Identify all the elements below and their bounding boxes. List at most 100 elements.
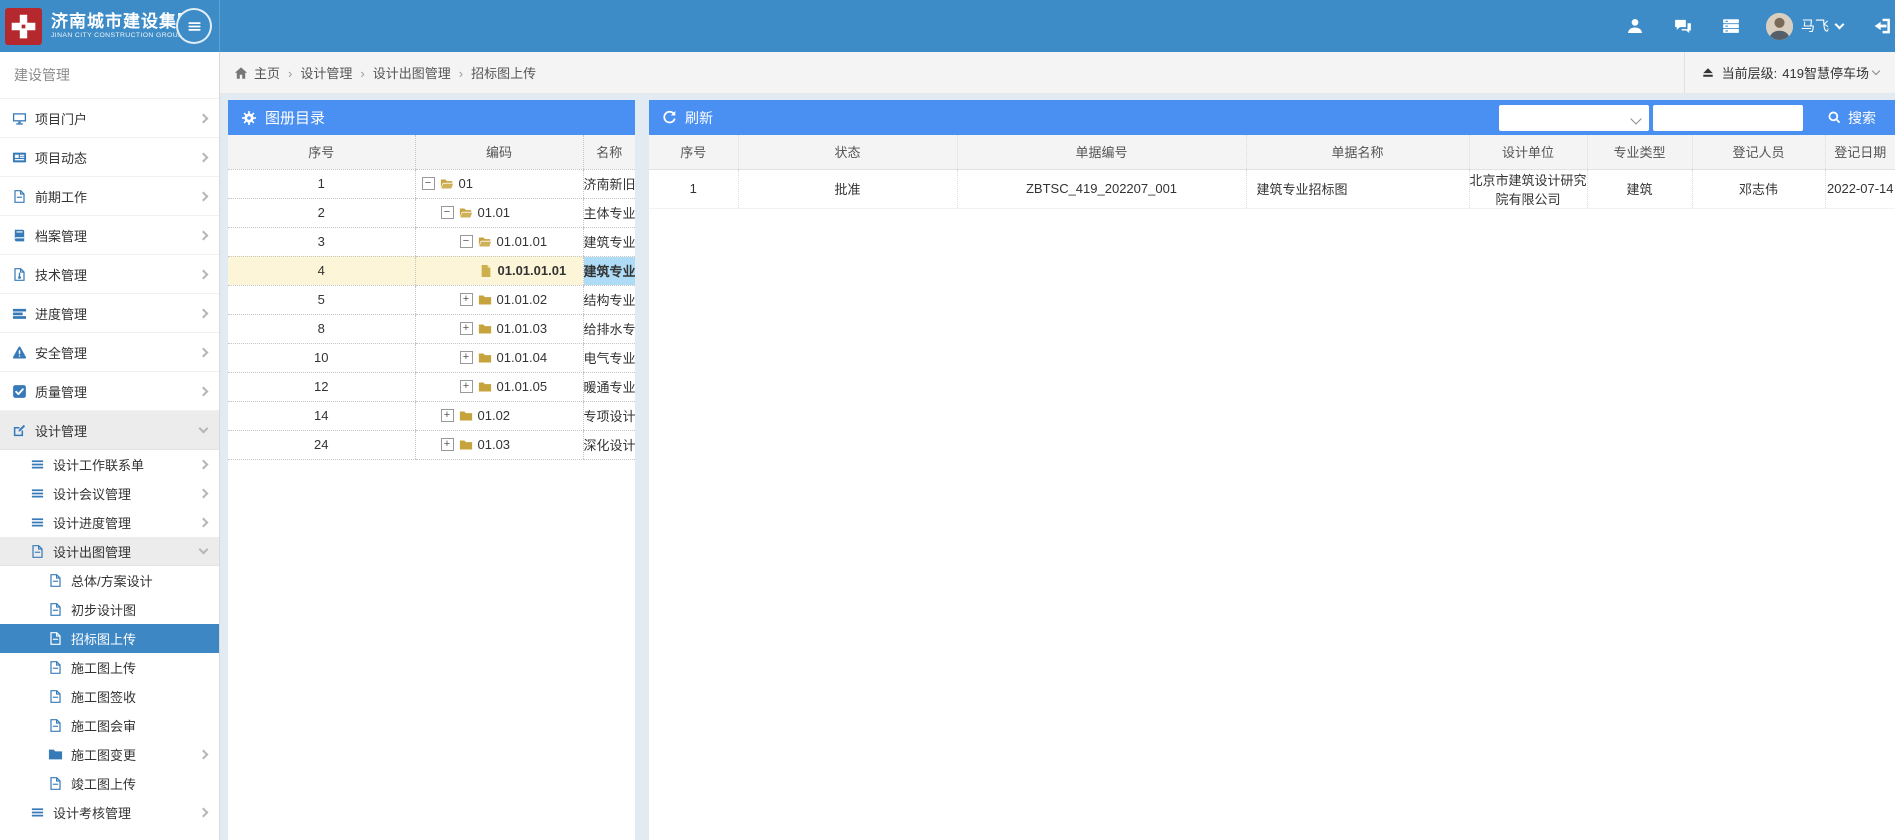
sidebar-item[interactable]: 技术管理 [0,255,219,294]
tree-seq-cell: 10 [228,343,415,372]
tree-code: 01 [459,176,473,191]
tree-row[interactable]: 5 01.01.02 结构专业图纸 [228,285,635,314]
tree-column-header: 名称 [583,135,635,169]
user-avatar[interactable] [1766,13,1793,40]
sidebar-item[interactable]: 施工图变更 [0,740,219,769]
tree-row[interactable]: 10 01.01.04 电气专业图纸 [228,343,635,372]
edit-icon [12,423,27,438]
sidebar-item[interactable]: 设计工作联系单 [0,450,219,479]
tasks-icon[interactable] [1722,17,1740,35]
expand-toggle-icon[interactable] [441,409,454,422]
sidebar-item[interactable]: 施工图会审 [0,711,219,740]
tree-row[interactable]: 14 01.02 专项设计类图纸 [228,401,635,430]
sidebar-item[interactable]: 设计管理 [0,411,219,450]
filter-select-wrap [1499,105,1649,131]
folder-icon [48,747,63,762]
tree-code-cell: 01.01 [415,198,583,227]
atlas-panel-title: 图册目录 [265,107,325,128]
tree-row[interactable]: 3 01.01.01 建筑专业图纸 [228,227,635,256]
tree-row[interactable]: 2 01.01 主体专业设计图纸 [228,198,635,227]
documents-table: 序号状态单据编号单据名称设计单位专业类型登记人员登记日期 1 批准 ZBTSC_… [649,135,1895,209]
folder-closed-icon [478,293,492,307]
logout-icon[interactable] [1873,17,1891,35]
chevron-icon [199,152,209,162]
expand-toggle-icon[interactable] [460,322,473,335]
user-icon[interactable] [1626,17,1644,35]
expand-toggle-icon[interactable] [460,235,473,248]
sidebar-item[interactable]: 设计考核管理 [0,798,219,827]
sidebar-item[interactable]: 质量管理 [0,372,219,411]
doc-column-header: 专业类型 [1587,135,1692,169]
tree-code: 01.01.01 [497,234,548,249]
menu-icon [30,486,45,501]
chevron-icon [199,347,209,357]
atlas-panel-header: 图册目录 [228,100,635,135]
current-level-selector[interactable]: 当前层级: 419智慧停车场 [1684,52,1895,93]
user-menu[interactable]: 马飞 [1801,16,1829,36]
table-row[interactable]: 1 批准 ZBTSC_419_202207_001 建筑专业招标图 北京市建筑设… [649,169,1895,208]
sidebar-item[interactable]: 施工图签收 [0,682,219,711]
search-button[interactable]: 搜索 [1821,107,1882,129]
chevron-down-icon [1835,19,1845,29]
expand-toggle-icon[interactable] [460,380,473,393]
chevron-icon [199,750,209,760]
sidebar-item[interactable]: 信息动态 [0,827,219,840]
sidebar-item[interactable]: 施工图上传 [0,653,219,682]
tree-code-cell: 01.01.01 [415,227,583,256]
expand-toggle-icon[interactable] [460,293,473,306]
breadcrumb-item[interactable]: 主页 [254,63,280,82]
company-name: 济南城市建设集团 [51,12,195,31]
filter-select[interactable] [1499,105,1649,131]
expand-toggle-icon[interactable] [460,351,473,364]
expand-toggle-icon[interactable] [422,177,435,190]
sidebar-item[interactable]: 初步设计图 [0,595,219,624]
search-input[interactable] [1653,105,1803,131]
tree-seq-cell: 14 [228,401,415,430]
design-unit-cell: 北京市建筑设计研究院有限公司 [1469,169,1587,208]
sidebar-item[interactable]: 前期工作 [0,177,219,216]
sidebar-item[interactable]: 招标图上传 [0,624,219,653]
sidebar-item[interactable]: 项目动态 [0,138,219,177]
monitor-icon [12,111,27,126]
breadcrumb-item[interactable]: 设计出图管理 [352,63,450,82]
sidebar-toggle-button[interactable] [176,8,212,44]
tree-seq-cell: 5 [228,285,415,314]
sidebar-item[interactable]: 进度管理 [0,294,219,333]
sidebar-item[interactable]: 竣工图上传 [0,769,219,798]
main-content: 图册目录 序号编码名称 1 01 [220,94,1895,840]
expand-toggle-icon[interactable] [441,438,454,451]
expand-toggle-icon[interactable] [441,206,454,219]
sidebar-item[interactable]: 设计进度管理 [0,508,219,537]
tree-row[interactable]: 4 01.01.01.01 建筑专业招标图纸001 [228,256,635,285]
tree-row[interactable]: 24 01.03 深化设计类图纸 [228,430,635,459]
folder-closed-icon [478,322,492,336]
chevron-icon [199,113,209,123]
tree-name-cell: 暖通专业图纸 [583,372,635,401]
chevron-icon [199,269,209,279]
sidebar-item[interactable]: 档案管理 [0,216,219,255]
chevron-down-icon [1872,66,1880,74]
tree-seq-cell: 4 [228,256,415,285]
tree-row[interactable]: 1 01 济南新旧动能转换起步区... [228,169,635,198]
home-icon [234,66,248,80]
breadcrumb-bar: 主页 设计管理 设计出图管理 招标图上传 当前层级: 419智慧停车场 [220,52,1895,94]
refresh-button[interactable]: 刷新 [662,108,713,128]
book-icon [12,228,27,243]
tree-code: 01.01.05 [497,379,548,394]
tree-code: 01.01.04 [497,350,548,365]
news-icon [12,150,27,165]
sidebar-item[interactable]: 安全管理 [0,333,219,372]
sidebar-item[interactable]: 设计出图管理 [0,537,219,566]
breadcrumb-item[interactable]: 招标图上传 [451,63,536,82]
sidebar-item[interactable]: 总体/方案设计 [0,566,219,595]
tree-row[interactable]: 12 01.01.05 暖通专业图纸 [228,372,635,401]
chat-icon[interactable] [1674,17,1692,35]
tree-row[interactable]: 8 01.01.03 给排水专业图纸 [228,314,635,343]
tree-seq-cell: 24 [228,430,415,459]
tree-code-cell: 01.01.02 [415,285,583,314]
sidebar-item[interactable]: 项目门户 [0,99,219,138]
tree-code: 01.01.01.01 [498,263,567,278]
date-cell: 2022-07-14 [1825,169,1895,208]
sidebar-item[interactable]: 设计会议管理 [0,479,219,508]
breadcrumb-item[interactable]: 设计管理 [280,63,352,82]
